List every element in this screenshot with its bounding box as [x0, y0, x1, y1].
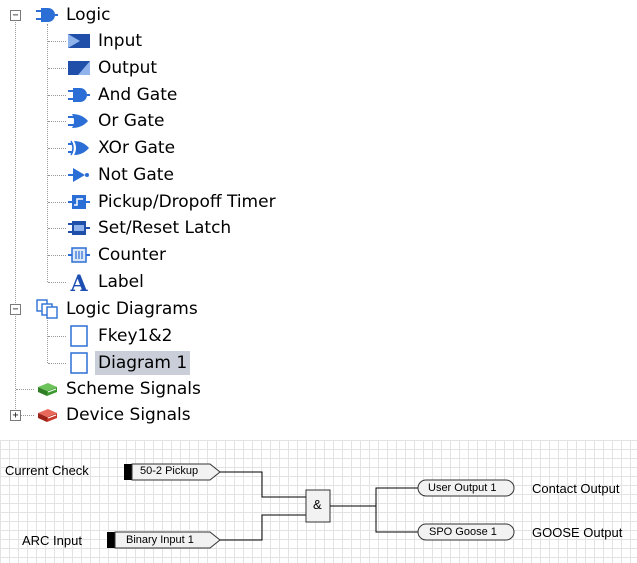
tree-guide-line — [48, 202, 66, 203]
tree-guide-line — [48, 228, 66, 229]
output-icon — [68, 58, 90, 78]
tree-item-input[interactable]: Input — [68, 28, 145, 54]
xor-gate-icon — [68, 138, 90, 158]
timer-icon — [68, 192, 90, 212]
tree-guide-line — [48, 41, 66, 42]
tree-item-pickup-dropoff-timer[interactable]: Pickup/Dropoff Timer — [68, 189, 279, 215]
output-name-goose-output: GOOSE Output — [532, 525, 623, 540]
output-tag-user-output-1: User Output 1 — [428, 482, 497, 494]
and-gate-icon — [36, 5, 58, 25]
tree-guide-line — [16, 389, 34, 390]
tree-guide-line — [48, 363, 66, 364]
tree-node-label: Logic — [66, 5, 111, 25]
tree-guide-line — [15, 22, 16, 415]
output-tag-spo-goose-1: SPO Goose 1 — [429, 526, 497, 538]
tree-item-label: Output — [98, 58, 158, 78]
tree-item-label: Set/Reset Latch — [98, 218, 232, 238]
input-name-current-check: Current Check — [5, 463, 89, 478]
diagram-stack-icon — [36, 299, 58, 319]
input-icon — [68, 31, 90, 51]
gate-symbol: & — [313, 497, 322, 512]
tree-item-set-reset-latch[interactable]: Set/Reset Latch — [68, 215, 234, 241]
tree-guide-line — [48, 336, 66, 337]
svg-text:A: A — [69, 271, 88, 293]
tree-guide-line — [48, 282, 66, 283]
tree-node-device-signals[interactable]: Device Signals — [36, 402, 194, 428]
tree-guide-line — [48, 121, 66, 122]
tree-node-scheme-signals[interactable]: Scheme Signals — [36, 376, 204, 402]
tree-node-label: Device Signals — [66, 405, 191, 425]
output-name-contact-output: Contact Output — [532, 481, 620, 496]
diagram-page-icon — [68, 325, 90, 347]
tree-item-diagram-1[interactable]: Diagram 1 — [68, 350, 191, 376]
tree-item-label: Or Gate — [98, 111, 165, 131]
latch-icon — [68, 218, 90, 238]
toolbox-tree: − − + Logic Input Output And Gate Or Gat… — [0, 0, 637, 432]
tree-guide-line — [48, 95, 66, 96]
tree-item-label: XOr Gate — [98, 138, 176, 158]
tree-guide-line — [48, 255, 66, 256]
label-icon: A — [68, 271, 90, 293]
tree-guide-line — [48, 68, 66, 69]
tree-item-not-gate[interactable]: Not Gate — [68, 162, 177, 188]
counter-icon — [68, 245, 90, 265]
tree-item-label: Pickup/Dropoff Timer — [98, 192, 276, 212]
not-gate-icon — [68, 165, 90, 185]
input-name-arc-input: ARC Input — [22, 533, 82, 548]
tree-guide-line — [48, 175, 66, 176]
tree-item-or-gate[interactable]: Or Gate — [68, 108, 168, 134]
input-tag-binary-input-1: Binary Input 1 — [126, 534, 194, 546]
tree-node-logic-diagrams[interactable]: Logic Diagrams — [36, 296, 201, 322]
green-book-icon — [36, 379, 58, 399]
expand-device-signals-toggle[interactable]: + — [10, 410, 21, 421]
red-book-icon — [36, 405, 58, 425]
tree-guide-line — [21, 415, 34, 416]
tree-item-label: Counter — [98, 245, 166, 265]
diagram-page-icon — [68, 352, 90, 374]
tree-item-label: Fkey1&2 — [98, 326, 173, 346]
tree-item-label: Diagram 1 — [95, 351, 191, 375]
tree-item-and-gate[interactable]: And Gate — [68, 82, 180, 108]
tree-guide-line — [47, 318, 48, 363]
collapse-logic-diagrams-toggle[interactable]: − — [10, 304, 21, 315]
tree-item-label[interactable]: A Label — [68, 269, 147, 295]
collapse-logic-toggle[interactable]: − — [10, 10, 21, 21]
tree-item-label: Not Gate — [98, 165, 174, 185]
input-tag-50-2-pickup: 50-2 Pickup — [140, 465, 199, 477]
logic-diagram-canvas[interactable]: Current Check 50-2 Pickup ARC Input Bina… — [0, 440, 637, 563]
tree-node-logic[interactable]: Logic — [36, 2, 113, 28]
tree-item-fkey1-2[interactable]: Fkey1&2 — [68, 323, 175, 349]
tree-item-xor-gate[interactable]: XOr Gate — [68, 135, 178, 161]
tree-node-label: Scheme Signals — [66, 379, 201, 399]
tree-item-label: And Gate — [98, 85, 178, 105]
tree-node-label: Logic Diagrams — [66, 299, 198, 319]
tree-item-counter[interactable]: Counter — [68, 242, 169, 268]
tree-item-output[interactable]: Output — [68, 55, 160, 81]
and-gate-icon — [68, 85, 90, 105]
tree-guide-line — [47, 24, 48, 282]
tree-item-label: Input — [98, 31, 143, 51]
tree-guide-line — [48, 148, 66, 149]
tree-item-label: Label — [98, 272, 144, 292]
or-gate-icon — [68, 111, 90, 131]
